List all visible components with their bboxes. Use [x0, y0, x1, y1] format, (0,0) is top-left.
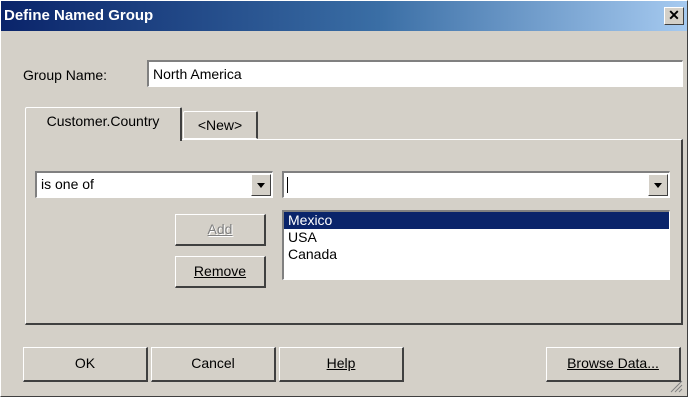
- ok-button[interactable]: OK: [23, 347, 148, 382]
- browse-data-button-label: Browse Data...: [567, 355, 659, 371]
- group-name-label: Group Name:: [23, 67, 108, 83]
- group-name-field[interactable]: [147, 60, 683, 87]
- resize-grip-icon[interactable]: [669, 379, 683, 393]
- title-bar[interactable]: Define Named Group ✕: [1, 1, 687, 31]
- tab-customer-country[interactable]: Customer.Country: [25, 107, 182, 141]
- close-button[interactable]: ✕: [664, 7, 684, 25]
- values-listbox[interactable]: Mexico USA Canada: [282, 210, 670, 280]
- tab-label: Customer.Country: [46, 113, 160, 129]
- operator-value: is one of: [41, 176, 94, 192]
- chevron-down-icon: [257, 183, 265, 188]
- close-icon: ✕: [668, 7, 680, 23]
- operator-dropdown-button[interactable]: [251, 174, 271, 196]
- browse-data-button[interactable]: Browse Data...: [546, 347, 681, 382]
- list-item[interactable]: Mexico: [284, 212, 669, 229]
- help-button-label: Help: [326, 355, 356, 371]
- remove-button[interactable]: Remove: [175, 256, 266, 288]
- add-button[interactable]: Add: [175, 214, 266, 246]
- chevron-down-icon: [654, 183, 662, 188]
- cancel-button[interactable]: Cancel: [151, 347, 276, 382]
- value-combo[interactable]: [282, 171, 670, 198]
- define-named-group-dialog: Define Named Group ✕ Group Name: Custome…: [0, 0, 688, 397]
- remove-button-label: Remove: [193, 263, 247, 279]
- list-item[interactable]: USA: [284, 229, 669, 246]
- list-item[interactable]: Canada: [284, 246, 669, 263]
- help-button[interactable]: Help: [279, 347, 404, 382]
- value-dropdown-button[interactable]: [648, 174, 668, 196]
- text-caret: [287, 177, 288, 193]
- tab-label: <New>: [197, 117, 243, 133]
- dialog-title: Define Named Group: [4, 7, 154, 24]
- tab-new[interactable]: <New>: [183, 111, 258, 139]
- ok-button-label: OK: [74, 355, 96, 371]
- cancel-button-label: Cancel: [191, 355, 235, 371]
- add-button-label: Add: [207, 221, 233, 237]
- group-name-input[interactable]: [149, 62, 682, 86]
- operator-combo[interactable]: is one of: [35, 171, 273, 198]
